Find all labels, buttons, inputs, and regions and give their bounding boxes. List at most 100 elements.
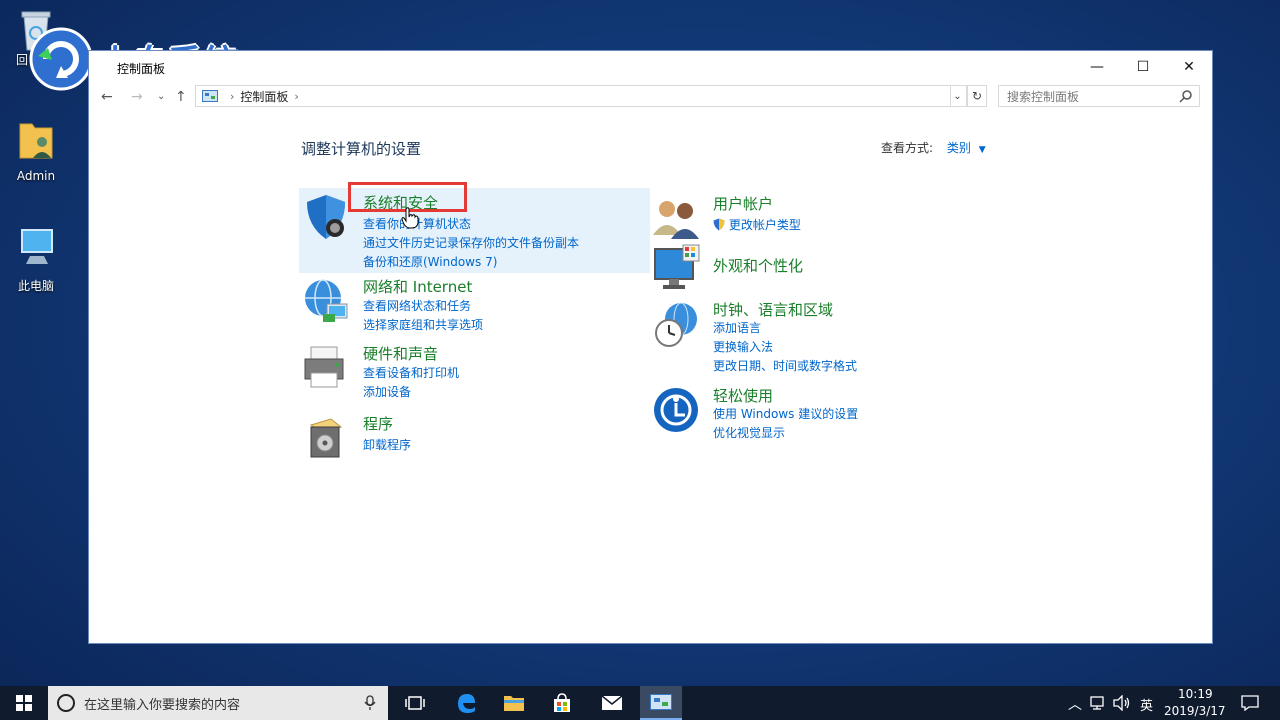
folder-icon — [504, 696, 524, 711]
category-link[interactable]: 使用 Windows 建议的设置 — [713, 405, 858, 422]
category-title[interactable]: 网络和 Internet — [363, 276, 472, 297]
breadcrumb-control-panel[interactable]: 控制面板 — [240, 88, 288, 105]
category-link[interactable]: 更改帐户类型 — [713, 216, 801, 233]
address-row: ← → ⌄ ↑ › 控制面板 › ⌄ ↻ 搜索控制面板 — [89, 83, 1212, 113]
store-bag-icon — [554, 693, 570, 712]
category-title[interactable]: 硬件和声音 — [363, 343, 438, 364]
cortana-icon — [57, 694, 75, 712]
network-tray-icon[interactable] — [1090, 695, 1108, 711]
minimize-button[interactable]: — — [1074, 51, 1120, 83]
category-link-text: 更改帐户类型 — [728, 218, 801, 232]
network-globe-icon — [305, 279, 348, 322]
microphone-icon[interactable] — [364, 695, 376, 711]
windows-logo-icon — [16, 695, 32, 711]
taskbar-search-placeholder: 在这里输入你要搜索的内容 — [84, 697, 241, 713]
file-explorer-button[interactable] — [492, 686, 536, 720]
back-arrow-icon[interactable]: ← — [101, 89, 113, 105]
task-view-icon — [405, 696, 425, 710]
users-icon — [653, 201, 699, 239]
desktop-icon-admin[interactable]: Admin — [0, 118, 72, 183]
up-arrow-icon[interactable]: ↑ — [175, 89, 187, 105]
category-title[interactable]: 程序 — [363, 413, 393, 434]
category-link[interactable]: 添加设备 — [363, 383, 411, 400]
mail-icon — [601, 695, 623, 710]
category-link[interactable]: 优化视觉显示 — [713, 424, 785, 441]
control-panel-icon — [650, 694, 672, 710]
close-icon: ✕ — [1183, 59, 1195, 75]
task-view-button[interactable] — [394, 686, 436, 720]
category-link[interactable]: 查看设备和打印机 — [363, 364, 459, 381]
view-by-label: 查看方式: — [881, 141, 934, 155]
shield-icon — [307, 195, 345, 239]
category-programs: 程序 卸载程序 — [301, 413, 641, 463]
desktop-icon-label: Admin — [16, 169, 56, 183]
category-link[interactable]: 选择家庭组和共享选项 — [363, 316, 483, 333]
window-title: 控制面板 — [117, 62, 166, 76]
category-link[interactable]: 更换输入法 — [713, 338, 773, 355]
refresh-button[interactable]: ↻ — [967, 85, 987, 107]
mail-button[interactable] — [590, 686, 634, 720]
control-panel-icon — [202, 90, 218, 102]
category-link[interactable]: 通过文件历史记录保存你的文件备份副本 — [363, 234, 579, 251]
programs-icon — [309, 418, 343, 458]
control-panel-taskbar-button[interactable] — [640, 686, 682, 720]
category-hardware-sound: 硬件和声音 查看设备和打印机 添加设备 — [301, 343, 641, 403]
printer-icon — [304, 346, 344, 388]
ease-of-access-icon — [654, 388, 698, 432]
address-bar[interactable]: › 控制面板 › — [195, 85, 951, 107]
store-button[interactable] — [540, 686, 584, 720]
clock-time[interactable]: 10:19 — [1178, 687, 1213, 701]
desktop-icon-label: 此电脑 — [17, 279, 54, 293]
search-icon — [1179, 90, 1192, 103]
start-button[interactable] — [0, 686, 48, 720]
category-network-internet: 网络和 Internet 查看网络状态和任务 选择家庭组和共享选项 — [301, 276, 641, 336]
appearance-monitor-icon — [654, 244, 700, 289]
category-user-accounts: 用户帐户 更改帐户类型 — [651, 193, 991, 243]
title-bar[interactable]: 控制面板 — ☐ ✕ — [89, 51, 1212, 83]
chevron-down-icon: ⌄ — [953, 90, 962, 102]
breadcrumb-separator-icon: › — [294, 89, 299, 103]
category-appearance: 外观和个性化 — [651, 243, 991, 293]
control-panel-window: 控制面板 — ☐ ✕ ← → ⌄ ↑ › 控制面板 › ⌄ ↻ 搜索控制面板 调… — [88, 50, 1213, 644]
clock-date[interactable]: 2019/3/17 — [1164, 704, 1226, 718]
category-link[interactable]: 添加语言 — [713, 319, 761, 336]
edge-browser-icon — [458, 694, 475, 713]
computer-icon — [21, 229, 53, 264]
address-dropdown-button[interactable]: ⌄ — [949, 85, 967, 107]
search-placeholder: 搜索控制面板 — [1007, 89, 1080, 104]
forward-arrow-icon[interactable]: → — [131, 89, 143, 105]
category-ease-of-access: 轻松使用 使用 Windows 建议的设置 优化视觉显示 — [651, 385, 991, 445]
category-link[interactable]: 备份和还原(Windows 7) — [363, 253, 497, 270]
watermark-logo-icon — [29, 27, 93, 91]
view-by-dropdown[interactable]: 类别 — [947, 141, 971, 155]
close-button[interactable]: ✕ — [1166, 51, 1212, 83]
refresh-icon: ↻ — [971, 89, 983, 103]
minimize-icon: — — [1090, 59, 1104, 75]
category-title[interactable]: 用户帐户 — [713, 193, 773, 214]
category-link[interactable]: 查看网络状态和任务 — [363, 297, 471, 314]
category-clock-language-region: 时钟、语言和区域 添加语言 更换输入法 更改日期、时间或数字格式 — [651, 299, 991, 379]
caret-down-icon[interactable]: ▼ — [979, 145, 986, 155]
action-center-icon[interactable] — [1241, 695, 1259, 711]
uac-shield-icon — [713, 218, 725, 231]
hand-cursor-icon — [401, 207, 419, 229]
taskbar: 在这里输入你要搜索的内容 ︿ 英 10:19 2019/3/17 — [0, 686, 1280, 720]
user-folder-icon — [19, 123, 53, 159]
category-title[interactable]: 外观和个性化 — [713, 255, 803, 276]
taskbar-search-input[interactable]: 在这里输入你要搜索的内容 — [48, 686, 388, 720]
maximize-button[interactable]: ☐ — [1120, 51, 1166, 83]
category-link[interactable]: 更改日期、时间或数字格式 — [713, 357, 857, 374]
clock-globe-icon — [655, 302, 697, 347]
desktop-icon-this-pc[interactable]: 此电脑 — [0, 226, 72, 294]
category-link[interactable]: 卸载程序 — [363, 436, 411, 453]
edge-button[interactable] — [444, 686, 488, 720]
tray-overflow-icon[interactable]: ︿ — [1068, 694, 1082, 714]
maximize-icon: ☐ — [1136, 59, 1150, 75]
search-input[interactable]: 搜索控制面板 — [998, 85, 1200, 107]
category-title[interactable]: 时钟、语言和区域 — [713, 299, 833, 320]
category-title[interactable]: 轻松使用 — [713, 385, 773, 406]
page-title: 调整计算机的设置 — [301, 140, 422, 158]
volume-tray-icon[interactable] — [1113, 695, 1131, 711]
input-method-indicator[interactable]: 英 — [1140, 695, 1153, 714]
recent-dropdown-icon[interactable]: ⌄ — [157, 91, 165, 102]
